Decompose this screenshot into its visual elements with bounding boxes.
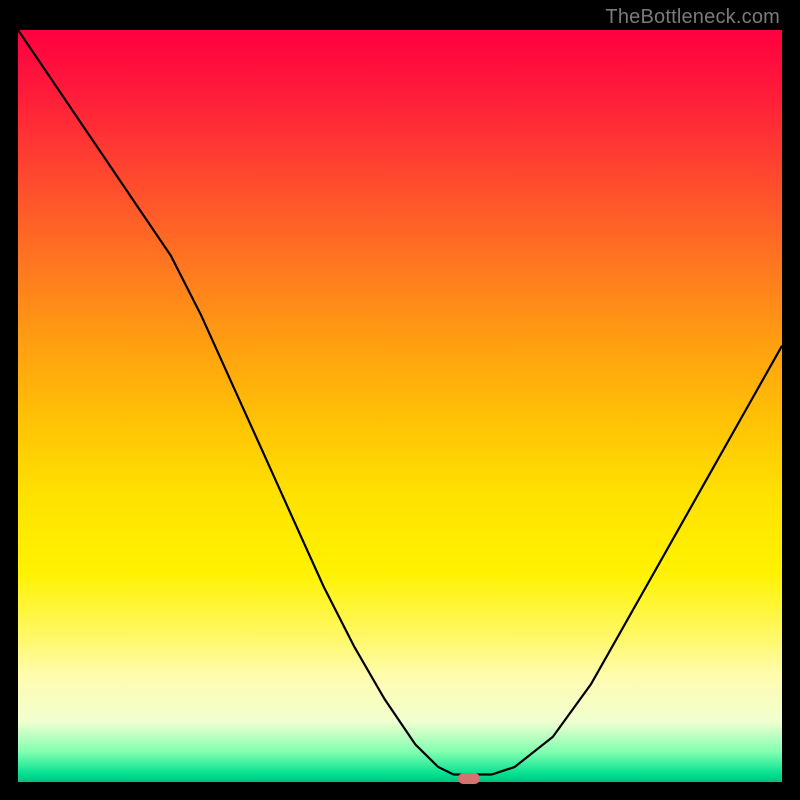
bottleneck-curve bbox=[18, 30, 782, 782]
bottleneck-chart: TheBottleneck.com bbox=[0, 0, 800, 800]
plot-area bbox=[18, 30, 782, 782]
watermark-text: TheBottleneck.com bbox=[605, 6, 780, 29]
curve-path bbox=[18, 30, 782, 775]
optimum-marker bbox=[458, 773, 480, 784]
